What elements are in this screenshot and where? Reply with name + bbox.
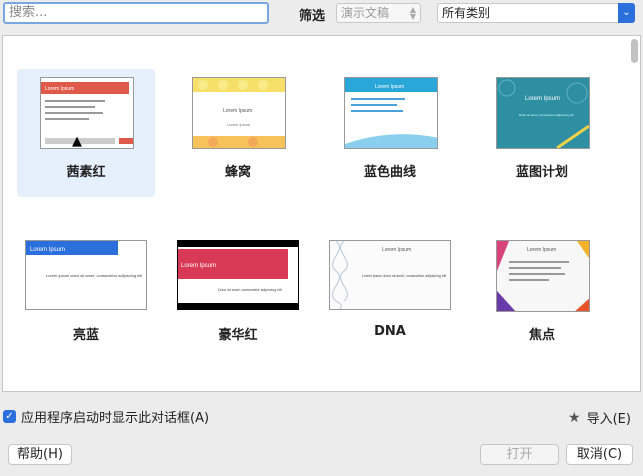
search-input[interactable]: 搜索... [3,2,269,24]
thumb-title: Lorem Ipsum [223,108,252,114]
template-thumbnail: Lorem Ipsum Dolor sit amet, consectetur … [177,240,299,310]
document-type-value: 演示文稿 [341,6,390,20]
template-label: 茜素红 [66,165,106,180]
template-thumbnail: Lorem Ipsum Lorem ipsum [192,77,286,149]
thumb-title: Lorem Ipsum [525,96,560,102]
category-select[interactable]: 所有类别 ⌄ [437,3,635,23]
import-label: 导入(E) [586,412,631,427]
thumb-title: Lorem Ipsum [527,247,556,253]
chevron-down-icon[interactable]: ⌄ [618,3,635,23]
thumb-subtitle: Dolor sit amet, consectetur adipiscing e… [218,288,282,292]
thumb-title: Lorem Ipsum [45,86,74,92]
show-on-start-toggle[interactable]: ✓ 应用程序启动时显示此对话框(A) [3,407,209,426]
mouse-cursor-icon: ▲ [72,134,82,149]
template-tile-dna[interactable]: Lorem Ipsum Lorem ipsum dolor sit amet, … [307,232,451,360]
thumb-title: Lorem Ipsum [30,247,65,253]
checkbox-checked-icon[interactable]: ✓ [3,410,16,423]
template-label: 蓝图计划 [515,165,568,180]
template-thumbnail: Lorem Ipsum Lorem ipsum dolor sit amet, … [329,240,451,310]
template-tile-honeycomb[interactable]: Lorem Ipsum Lorem ipsum 蜂窝 [169,69,307,197]
cancel-button[interactable]: 取消(C) [566,444,633,465]
template-tile-blueprint[interactable]: Lorem Ipsum Dolor sit amet, consectetur … [473,69,611,197]
template-label: 蓝色曲线 [363,165,416,180]
thumb-title: Lorem Ipsum [375,84,404,90]
thumb-title: Lorem Ipsum [181,263,216,269]
updown-arrows-icon: ▲ ▼ [409,5,416,21]
template-tile-blue-curve[interactable]: Lorem Ipsum 蓝色曲线 [321,69,459,197]
template-label: DNA [374,324,406,339]
template-thumbnail: Lorem Ipsum Lorem ipsum dolor sit amet, … [25,240,147,310]
open-button[interactable]: 打开 [480,444,559,465]
show-on-start-label: 应用程序启动时显示此对话框(A) [21,411,210,426]
thumb-subtitle: Lorem ipsum [227,122,251,127]
import-button[interactable]: ★ 导入(E) [568,408,631,428]
category-value: 所有类别 [442,6,491,20]
thumb-subtitle: Dolor sit amet, consectetur adipiscing e… [519,113,574,117]
template-thumbnail: Lorem Ipsum [496,240,590,312]
document-type-select[interactable]: 演示文稿 ▲ ▼ [336,3,421,23]
thumb-subtitle: Lorem ipsum dolor sit amet, consectetur … [362,274,446,278]
toolbar: 搜索... 筛选 演示文稿 ▲ ▼ 所有类别 ⌄ [0,0,643,30]
help-button[interactable]: 帮助(H) [8,444,72,465]
template-tile-focus[interactable]: Lorem Ipsum 焦点 [473,232,611,360]
template-label: 蜂窝 [224,165,251,180]
template-thumbnail: Lorem Ipsum [40,77,134,149]
template-grid: Lorem Ipsum 茜素红 Lorem Ipsum Lorem ipsum … [2,35,641,392]
star-icon: ★ [568,409,581,426]
template-label: 豪华红 [218,328,258,343]
template-thumbnail: Lorem Ipsum Dolor sit amet, consectetur … [496,77,590,149]
template-tile-bright-blue[interactable]: Lorem Ipsum Lorem ipsum dolor sit amet, … [3,232,147,360]
template-label: 焦点 [528,328,555,343]
template-tile-alizarin[interactable]: Lorem Ipsum 茜素红 [17,69,155,197]
filter-label: 筛选 [299,9,326,24]
scrollbar-thumb[interactable] [631,39,638,63]
thumb-subtitle: Lorem ipsum dolor sit amet, consectetur … [46,273,143,278]
template-tile-luxury-red[interactable]: Lorem Ipsum Dolor sit amet, consectetur … [155,232,299,360]
thumb-title: Lorem Ipsum [382,247,411,253]
template-label: 亮蓝 [72,328,99,343]
template-thumbnail: Lorem Ipsum [344,77,438,149]
